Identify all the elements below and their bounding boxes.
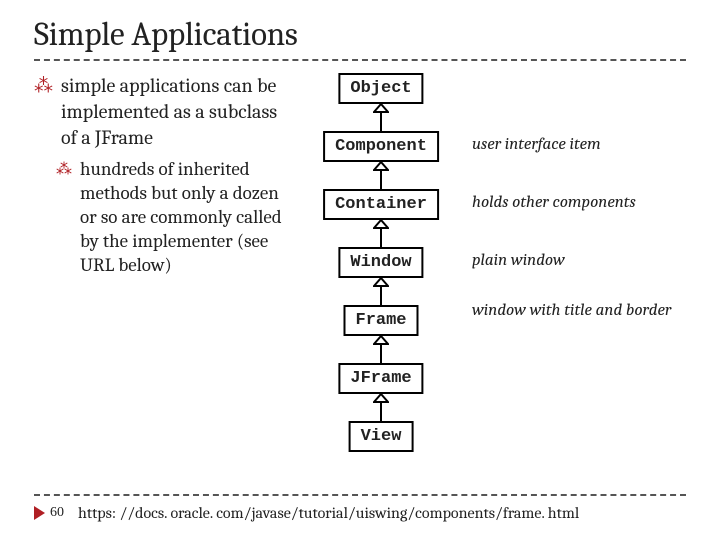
bullet-glyph-icon: ⁂	[34, 73, 53, 99]
slide-footer: 60 https: //docs. oracle. com/javase/tut…	[34, 494, 686, 522]
node-jframe: JFrame	[338, 363, 423, 394]
arrow-icon	[373, 393, 389, 421]
arrow-icon	[373, 277, 389, 305]
note-component: user interface item	[472, 135, 601, 155]
bullet-item: ⁂ simple applications can be implemented…	[34, 73, 282, 151]
title-divider	[34, 59, 686, 61]
sub-bullet-item: ⁂ hundreds of inherited methods but only…	[56, 157, 282, 277]
note-container: holds other components	[472, 193, 636, 213]
node-container: Container	[323, 189, 439, 220]
bullet-text: simple applications can be implemented a…	[61, 73, 282, 151]
text-column: ⁂ simple applications can be implemented…	[34, 73, 290, 277]
page-number: 60	[50, 505, 64, 521]
footer-link: https: //docs. oracle. com/javase/tutori…	[78, 504, 579, 522]
node-view: View	[349, 421, 414, 452]
slide-body: ⁂ simple applications can be implemented…	[34, 73, 686, 277]
triangle-icon	[34, 506, 45, 520]
arrow-icon	[373, 219, 389, 247]
footer-divider	[34, 494, 686, 496]
slide-title: Simple Applications	[34, 16, 686, 54]
node-object: Object	[338, 73, 423, 104]
arrow-icon	[373, 161, 389, 189]
bullet-glyph-icon: ⁂	[56, 157, 72, 181]
arrow-icon	[373, 103, 389, 131]
node-window: Window	[338, 247, 423, 278]
sub-bullet-text: hundreds of inherited methods but only a…	[80, 157, 282, 277]
arrow-icon	[373, 335, 389, 363]
note-frame: window with title and border	[472, 301, 671, 321]
node-component: Component	[323, 131, 439, 162]
page-number-wrap: 60	[34, 505, 64, 521]
node-frame: Frame	[343, 305, 418, 336]
note-window: plain window	[472, 251, 565, 271]
